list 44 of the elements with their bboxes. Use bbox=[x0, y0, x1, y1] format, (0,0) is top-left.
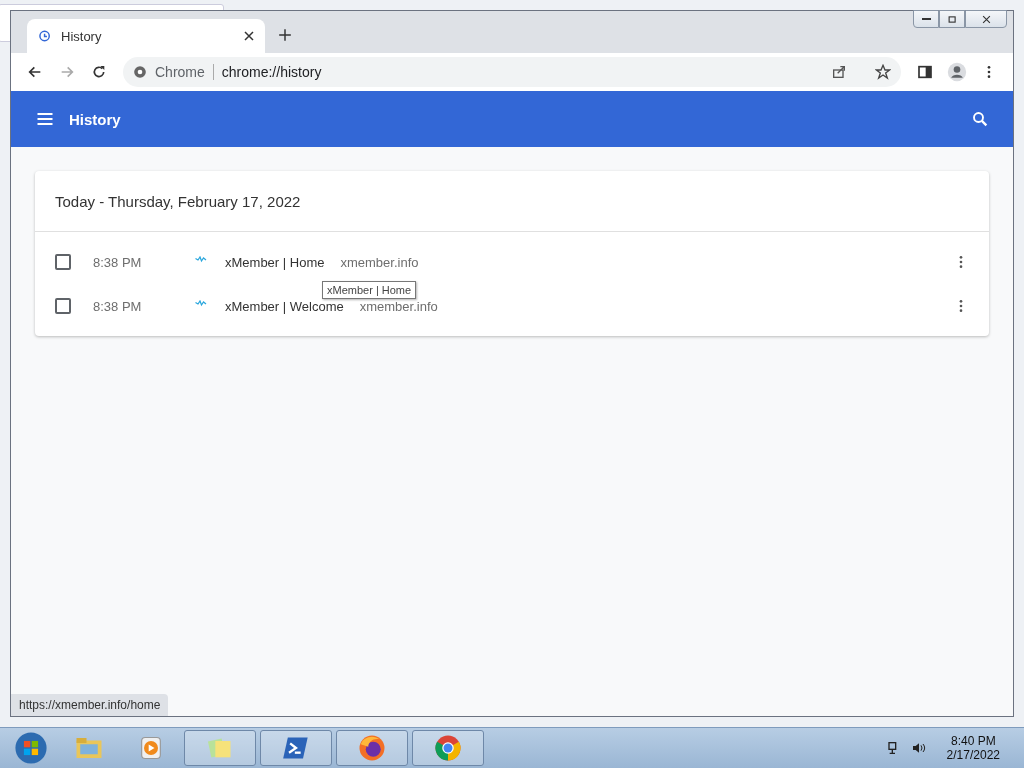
taskbar-app[interactable] bbox=[184, 730, 256, 766]
restore-icon bbox=[947, 14, 957, 24]
url-text: chrome://history bbox=[221, 64, 323, 80]
tab-title: History bbox=[61, 28, 103, 44]
visit-time: 8:38 PM bbox=[93, 254, 143, 270]
minimize-button[interactable] bbox=[913, 10, 939, 28]
forward-arrow-icon bbox=[59, 64, 75, 80]
clock-time: 8:40 PM bbox=[950, 734, 996, 748]
star-icon[interactable] bbox=[875, 64, 891, 80]
domain-text: xmember.info bbox=[340, 254, 420, 270]
clock-date: 2/17/2022 bbox=[946, 748, 1000, 762]
status-bubble: https://xmember.info/home bbox=[11, 694, 169, 716]
start-orb-icon bbox=[14, 731, 48, 765]
page-title-link[interactable]: xMember | Welcome bbox=[225, 298, 344, 314]
chrome-logo-icon bbox=[133, 65, 147, 79]
checkbox[interactable] bbox=[55, 298, 71, 314]
side-panel-icon bbox=[917, 64, 933, 80]
minimize-icon bbox=[921, 18, 931, 20]
taskbar-app[interactable] bbox=[336, 730, 408, 766]
back-arrow-icon bbox=[27, 64, 43, 80]
app-title: History bbox=[69, 110, 122, 128]
plus-icon bbox=[278, 28, 292, 42]
site-label: Chrome bbox=[155, 64, 214, 80]
address-bar[interactable]: Chrome chrome://history bbox=[123, 57, 901, 87]
tooltip: xMember | Home bbox=[322, 281, 417, 299]
chrome-icon bbox=[433, 733, 463, 763]
maximize-button[interactable] bbox=[939, 10, 965, 28]
history-icon bbox=[37, 29, 51, 43]
date-heading: Today - Thursday, February 17, 2022 bbox=[55, 192, 301, 210]
avatar-icon bbox=[947, 62, 967, 82]
close-icon bbox=[981, 14, 991, 24]
reload-icon bbox=[91, 64, 107, 80]
close-icon[interactable] bbox=[243, 30, 255, 42]
checkbox[interactable] bbox=[55, 254, 71, 270]
taskbar-app[interactable] bbox=[260, 730, 332, 766]
domain-text: xmember.info bbox=[359, 298, 439, 314]
taskbar-app[interactable] bbox=[412, 730, 484, 766]
browser-tab[interactable]: History bbox=[27, 19, 265, 53]
visit-time: 8:38 PM bbox=[93, 298, 143, 314]
search-icon[interactable] bbox=[971, 110, 989, 128]
close-button[interactable] bbox=[965, 10, 1007, 28]
firefox-icon bbox=[357, 733, 387, 763]
page-title-link[interactable]: xMember | Home bbox=[225, 254, 325, 270]
share-icon[interactable] bbox=[831, 64, 847, 80]
